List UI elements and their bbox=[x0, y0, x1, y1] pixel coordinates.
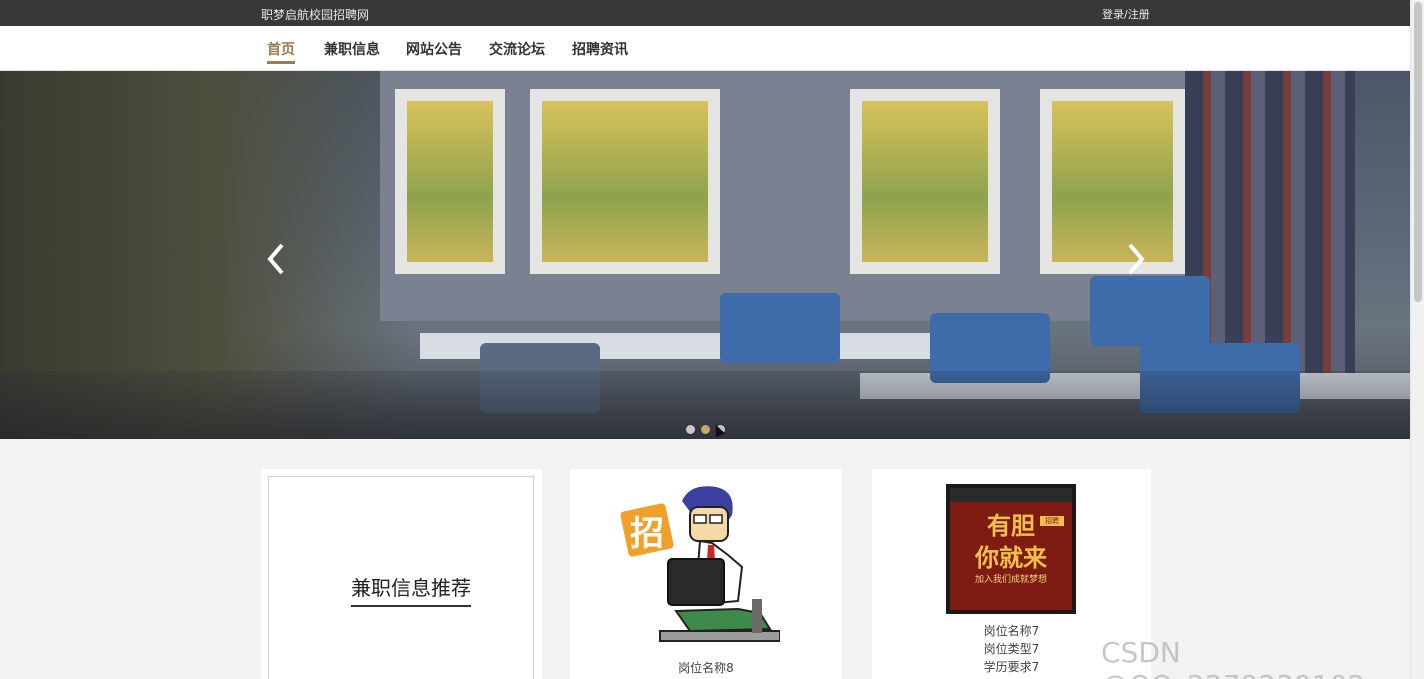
page-scrollbar[interactable] bbox=[1410, 0, 1424, 679]
nav-part-time-jobs[interactable]: 兼职信息 bbox=[324, 39, 380, 59]
chevron-right-icon bbox=[1128, 243, 1145, 275]
banner-chair bbox=[720, 293, 840, 363]
carousel-prev-button[interactable] bbox=[262, 239, 292, 279]
carousel-dot-2[interactable] bbox=[701, 425, 710, 434]
nav-recruitment-news[interactable]: 招聘资讯 bbox=[572, 39, 628, 59]
login-register-link[interactable]: 登录/注册 bbox=[1102, 6, 1150, 22]
banner-chair bbox=[1090, 276, 1210, 346]
carousel-next-button[interactable] bbox=[1120, 239, 1150, 279]
banner-window bbox=[530, 89, 720, 274]
banner-curtain bbox=[1185, 71, 1355, 381]
recruit-poster-image: 有胆 你就来 加入我们成就梦想 招聘 bbox=[946, 484, 1076, 614]
main-nav: 首页 兼职信息 网站公告 交流论坛 招聘资讯 bbox=[0, 26, 1410, 71]
recruit-cartoon-image: 招 bbox=[620, 486, 780, 642]
top-bar: 职梦启航校园招聘网 登录/注册 bbox=[0, 0, 1410, 26]
poster-header-strip bbox=[950, 488, 1072, 502]
poster-slogan: 加入我们成就梦想 bbox=[974, 575, 1047, 585]
site-name: 职梦启航校园招聘网 bbox=[261, 8, 370, 22]
job-card[interactable]: 招 岗位名称8 bbox=[570, 469, 842, 679]
recruit-char: 招 bbox=[630, 514, 664, 554]
heading-frame: 兼职信息推荐 bbox=[268, 476, 534, 679]
banner-carousel bbox=[0, 71, 1410, 439]
banner-window bbox=[395, 89, 505, 274]
poster-line2: 你就来 bbox=[975, 543, 1047, 572]
job-name[interactable]: 岗位名称8 bbox=[570, 659, 842, 676]
section-heading: 兼职信息推荐 bbox=[351, 572, 471, 607]
section-heading-card: 兼职信息推荐 bbox=[261, 469, 542, 679]
poster-tag: 招聘 bbox=[1040, 516, 1064, 526]
watermark: CSDN @QQ_2279239102 bbox=[1101, 636, 1365, 679]
carousel-dot-1[interactable] bbox=[686, 425, 695, 434]
nav-announcements[interactable]: 网站公告 bbox=[406, 39, 462, 59]
nav-home[interactable]: 首页 bbox=[267, 39, 295, 64]
banner-window bbox=[1040, 89, 1185, 274]
banner-window bbox=[850, 89, 1000, 274]
nav-forum[interactable]: 交流论坛 bbox=[489, 39, 545, 59]
chevron-left-icon bbox=[267, 243, 284, 275]
carousel-indicators bbox=[686, 419, 731, 434]
scrollbar-thumb[interactable] bbox=[1414, 2, 1422, 302]
